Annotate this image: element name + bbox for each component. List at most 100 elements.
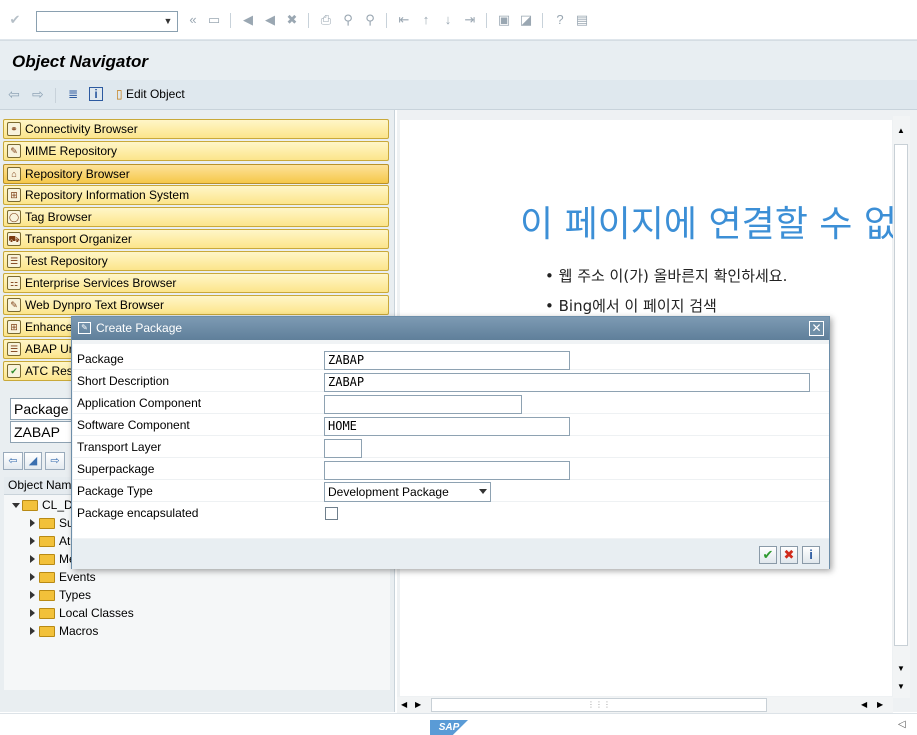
first-page-icon[interactable]: ⇤ (396, 12, 412, 28)
find-next-icon[interactable]: ⚲ (362, 12, 378, 28)
confirm-button[interactable]: ✔ (759, 546, 777, 564)
tree-forward-button[interactable]: ⇨ (45, 452, 65, 470)
collapse-icon[interactable] (30, 519, 35, 527)
sap-logo: SAP (430, 720, 468, 735)
tree-node-label: Macros (59, 624, 99, 638)
transport-layer-label: Transport Layer (77, 440, 162, 454)
scroll-right-icon[interactable]: ▶ (415, 700, 421, 709)
nav-button-connectivity-browser[interactable]: ⚭ Connectivity Browser (3, 119, 389, 139)
package-type-value: Development Package (328, 485, 449, 499)
tree-dropdown-button[interactable]: ◢ (24, 452, 42, 470)
nav-button-mime-repository[interactable]: ✎ MIME Repository (3, 141, 389, 161)
chevron-down-icon (479, 489, 487, 494)
scroll-thumb[interactable] (894, 144, 908, 646)
nav-button-web-dynpro-text-browser[interactable]: ✎ Web Dynpro Text Browser (3, 295, 389, 315)
collapse-icon[interactable] (30, 627, 35, 635)
cancel-icon[interactable]: ✖ (284, 12, 300, 28)
collapse-icon[interactable] (30, 555, 35, 563)
nav-button-repository-information-system[interactable]: ⊞ Repository Information System (3, 185, 389, 205)
transport-icon: ⛟ (7, 232, 21, 246)
software-component-input[interactable]: HOME (324, 417, 570, 436)
collapse-icon[interactable] (30, 573, 35, 581)
collapse-icon[interactable] (30, 537, 35, 545)
command-field[interactable]: ▼ (36, 11, 178, 32)
open-folder-icon (22, 500, 38, 511)
forward-arrow-icon[interactable]: ⇨ (32, 87, 44, 101)
nav-button-transport-organizer[interactable]: ⛟ Transport Organizer (3, 229, 389, 249)
exit-icon[interactable]: ◀ (262, 12, 278, 28)
next-page-icon[interactable]: ↓ (440, 12, 456, 28)
folder-icon (39, 554, 55, 565)
close-icon[interactable]: ✕ (809, 321, 824, 336)
error-bullet-2[interactable]: • Bing에서 이 페이지 검색 (545, 295, 717, 316)
tree-node-types[interactable]: Types (4, 586, 304, 604)
help-icon[interactable]: ? (552, 12, 568, 28)
enhancement-icon: ⊞ (7, 320, 21, 334)
info-icon[interactable]: i (89, 87, 103, 101)
tree-node-events[interactable]: Events (4, 568, 304, 586)
find-icon[interactable]: ⚲ (340, 12, 356, 28)
superpackage-input[interactable] (324, 461, 570, 480)
shortcut-icon[interactable]: ◪ (518, 12, 534, 28)
layout-icon[interactable]: ▤ (574, 12, 590, 28)
back-icon[interactable]: ◀ (240, 12, 256, 28)
cancel-button[interactable]: ✖ (780, 546, 798, 564)
scroll-left-icon[interactable]: ◀ (401, 700, 407, 709)
vertical-scrollbar[interactable]: ▲ ▼ ▼ (893, 116, 910, 698)
nav-button-label: Enterprise Services Browser (25, 276, 177, 290)
status-bar: SAP ◁ (0, 713, 917, 735)
horizontal-scrollbar[interactable]: ◀ ▶ ⋮⋮⋮ ◀ ▶ (397, 697, 893, 713)
back-double-icon[interactable]: « (185, 12, 201, 28)
scroll-left-icon[interactable]: ◀ (861, 700, 867, 709)
expand-icon[interactable] (12, 503, 20, 508)
dialog-body: Package ZABAP Short Description ZABAP Ap… (73, 344, 829, 538)
nav-button-label: MIME Repository (25, 144, 118, 158)
prev-page-icon[interactable]: ↑ (418, 12, 434, 28)
status-toggle-icon[interactable]: ◁ (898, 719, 906, 730)
back-arrow-icon[interactable]: ⇦ (8, 87, 20, 101)
dialog-title-bar[interactable]: ✎ Create Package ✕ (72, 317, 829, 340)
tree-node-local-classes[interactable]: Local Classes (4, 604, 304, 622)
scroll-down-icon[interactable]: ▼ (897, 664, 905, 673)
folder-icon (39, 572, 55, 583)
nav-button-label: Connectivity Browser (25, 122, 138, 136)
save-icon[interactable]: ▭ (206, 12, 222, 28)
last-page-icon[interactable]: ⇥ (462, 12, 478, 28)
tree-node-macros[interactable]: Macros (4, 622, 304, 640)
transport-layer-input[interactable] (324, 439, 362, 458)
webdynpro-icon: ✎ (7, 298, 21, 312)
collapse-icon[interactable] (30, 591, 35, 599)
scroll-up-icon[interactable]: ▲ (897, 126, 905, 135)
enter-icon[interactable]: ✔ (7, 12, 23, 28)
new-session-icon[interactable]: ▣ (496, 12, 512, 28)
folder-icon (39, 536, 55, 547)
package-type-select[interactable]: Development Package (324, 482, 491, 502)
collapse-icon[interactable] (30, 609, 35, 617)
application-component-input[interactable] (324, 395, 522, 414)
package-type-label: Package Type (77, 484, 153, 498)
nav-button-test-repository[interactable]: ☰ Test Repository (3, 251, 389, 271)
scroll-down-icon[interactable]: ▼ (897, 682, 905, 691)
scroll-thumb[interactable]: ⋮⋮⋮ (431, 698, 767, 712)
separator (308, 13, 309, 28)
hierarchy-icon[interactable]: ≣ (65, 86, 81, 102)
tree-back-button[interactable]: ⇦ (3, 452, 23, 470)
connectivity-icon: ⚭ (7, 122, 21, 136)
edit-object-button[interactable]: ▯ Edit Object (116, 87, 185, 101)
package-input[interactable]: ZABAP (324, 351, 570, 370)
nav-button-repository-browser[interactable]: ⌂ Repository Browser (3, 164, 389, 184)
print-icon[interactable]: ⎙ (318, 12, 334, 28)
repository-icon: ⌂ (7, 167, 21, 181)
nav-button-label: Repository Browser (25, 167, 130, 181)
dropdown-icon[interactable]: ▼ (162, 15, 174, 28)
short-description-input[interactable]: ZABAP (324, 373, 810, 392)
scroll-right-icon[interactable]: ▶ (877, 700, 883, 709)
nav-button-tag-browser[interactable]: ◯ Tag Browser (3, 207, 389, 227)
nav-button-enterprise-services-browser[interactable]: ⚏ Enterprise Services Browser (3, 273, 389, 293)
info-button[interactable]: i (802, 546, 820, 564)
package-encapsulated-checkbox[interactable] (325, 507, 338, 520)
software-component-label: Software Component (77, 418, 190, 432)
abap-icon: ☰ (7, 342, 21, 356)
tree-node-label: At (59, 534, 71, 548)
edit-object-icon: ▯ (116, 87, 123, 101)
